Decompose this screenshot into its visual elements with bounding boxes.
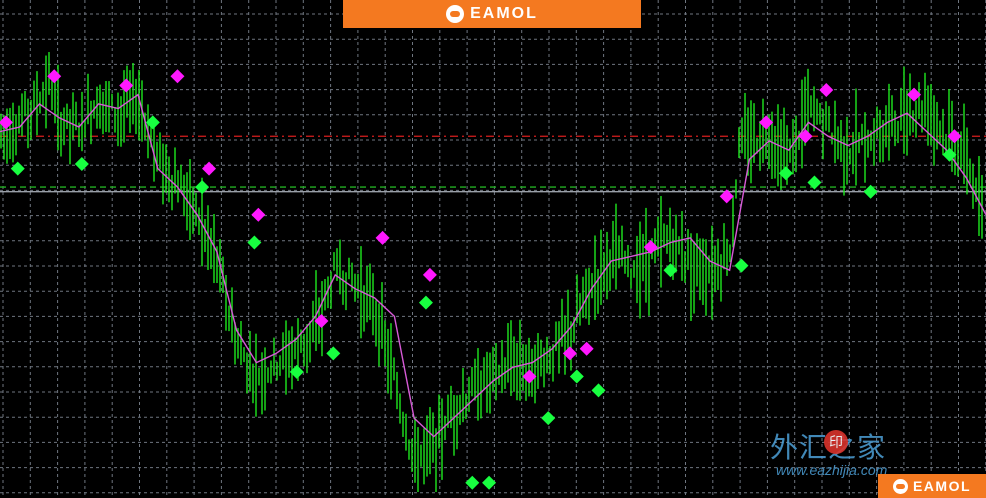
price-chart [0, 0, 986, 498]
eamol-logo-icon [892, 478, 908, 494]
eamol-logo-icon [446, 5, 465, 23]
brand-banner-top: EAMOL [343, 0, 641, 28]
chart-background [0, 0, 986, 498]
brand-name-bottom: EAMOL [912, 478, 972, 494]
brand-name-top: EAMOL [470, 5, 538, 22]
brand-banner-bottom: EAMOL [878, 474, 986, 498]
